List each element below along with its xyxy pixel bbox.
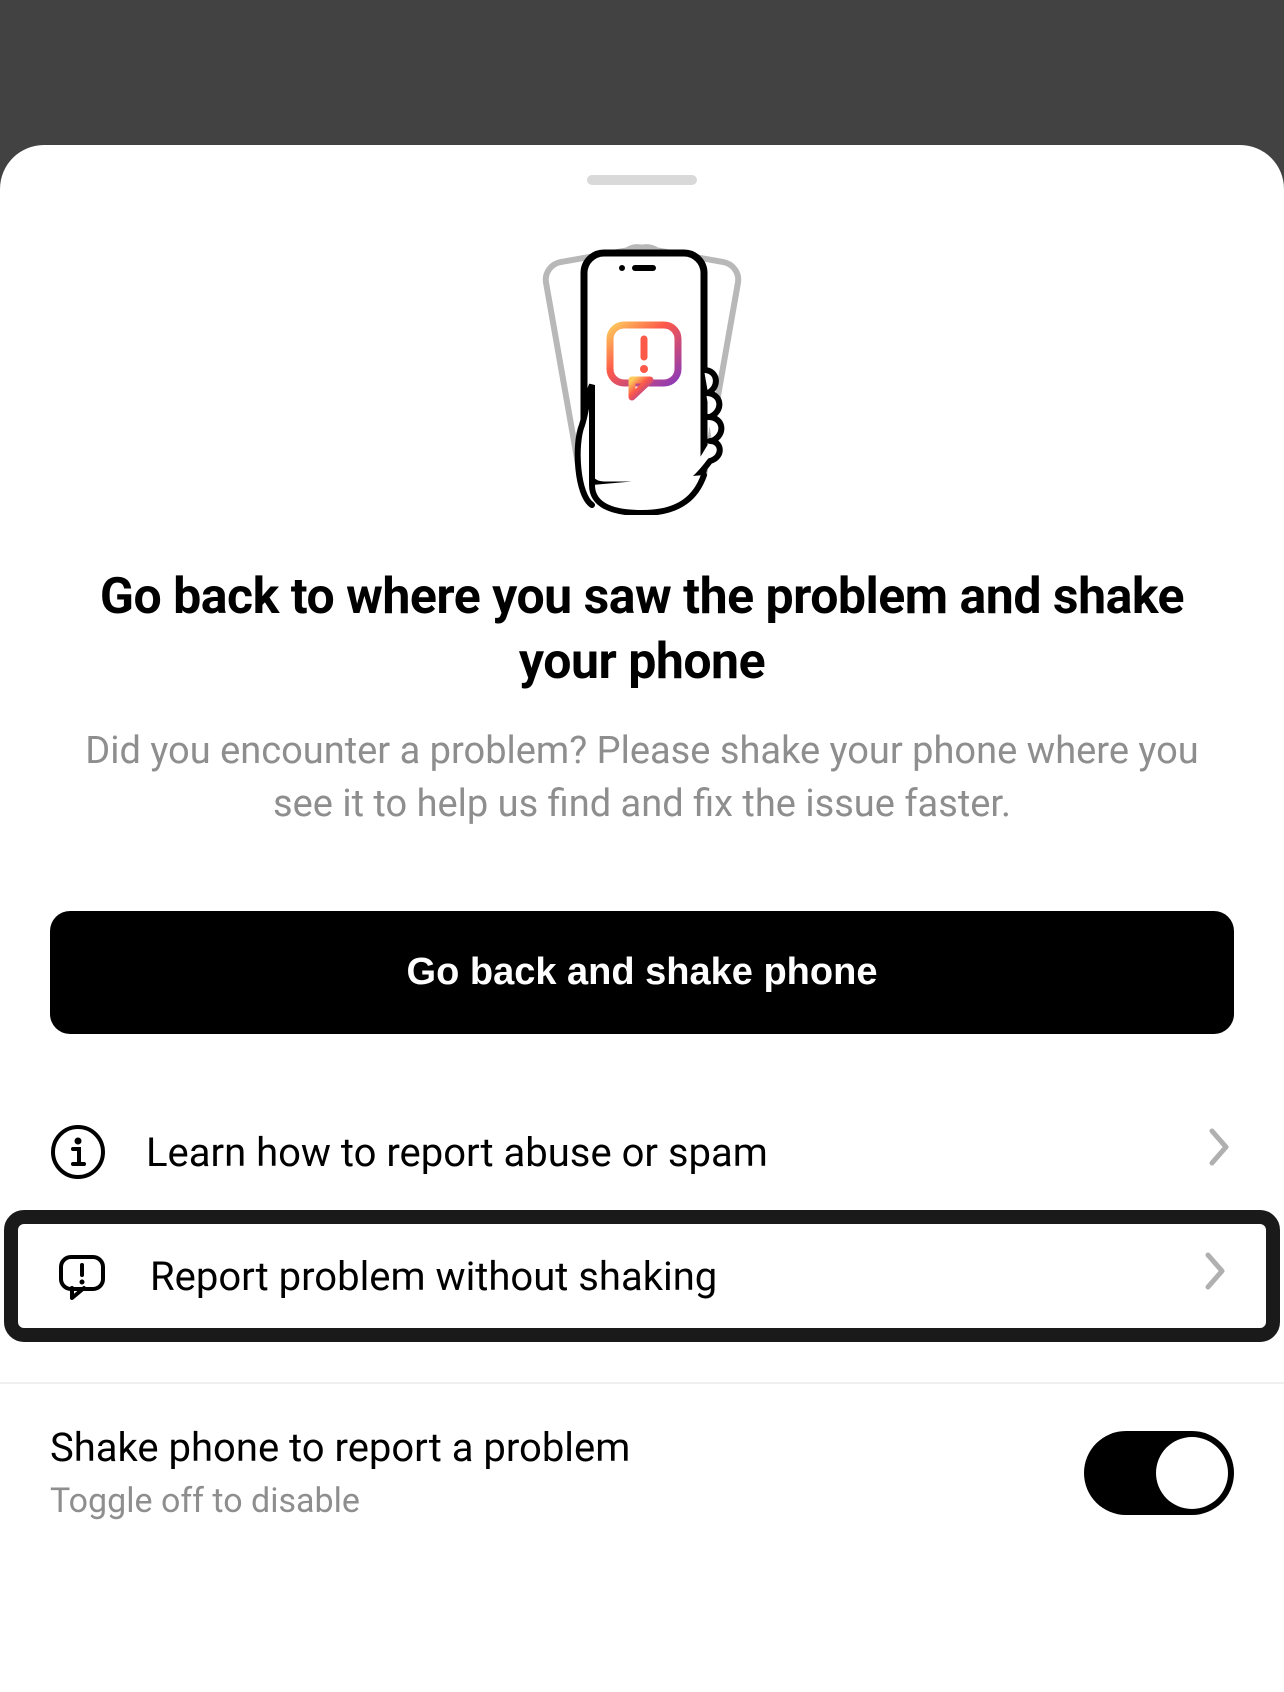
report-without-shaking-row[interactable]: Report problem without shaking xyxy=(18,1224,1266,1328)
shake-toggle-section: Shake phone to report a problem Toggle o… xyxy=(0,1384,1284,1521)
chat-alert-icon xyxy=(54,1248,110,1304)
toggle-title: Shake phone to report a problem xyxy=(50,1424,1084,1471)
highlighted-row-frame: Report problem without shaking xyxy=(4,1210,1280,1342)
sheet-title: Go back to where you saw the problem and… xyxy=(0,565,1284,695)
chevron-right-icon xyxy=(1202,1249,1230,1304)
sheet-subtitle: Did you encounter a problem? Please shak… xyxy=(0,725,1284,831)
shake-phone-illustration xyxy=(0,235,1284,515)
chevron-right-icon xyxy=(1206,1125,1234,1180)
learn-report-abuse-row[interactable]: Learn how to report abuse or spam xyxy=(0,1094,1284,1210)
bottom-sheet: Go back to where you saw the problem and… xyxy=(0,145,1284,1692)
toggle-knob xyxy=(1156,1437,1228,1509)
shake-report-toggle[interactable] xyxy=(1084,1431,1234,1515)
go-back-shake-button[interactable]: Go back and shake phone xyxy=(50,911,1234,1034)
row-label: Learn how to report abuse or spam xyxy=(146,1129,1206,1176)
primary-button-label: Go back and shake phone xyxy=(407,951,878,993)
sheet-grabber[interactable] xyxy=(587,175,697,185)
info-icon xyxy=(50,1124,106,1180)
row-label: Report problem without shaking xyxy=(150,1253,1202,1300)
toggle-text: Shake phone to report a problem Toggle o… xyxy=(50,1424,1084,1521)
toggle-subtitle: Toggle off to disable xyxy=(50,1481,1084,1521)
